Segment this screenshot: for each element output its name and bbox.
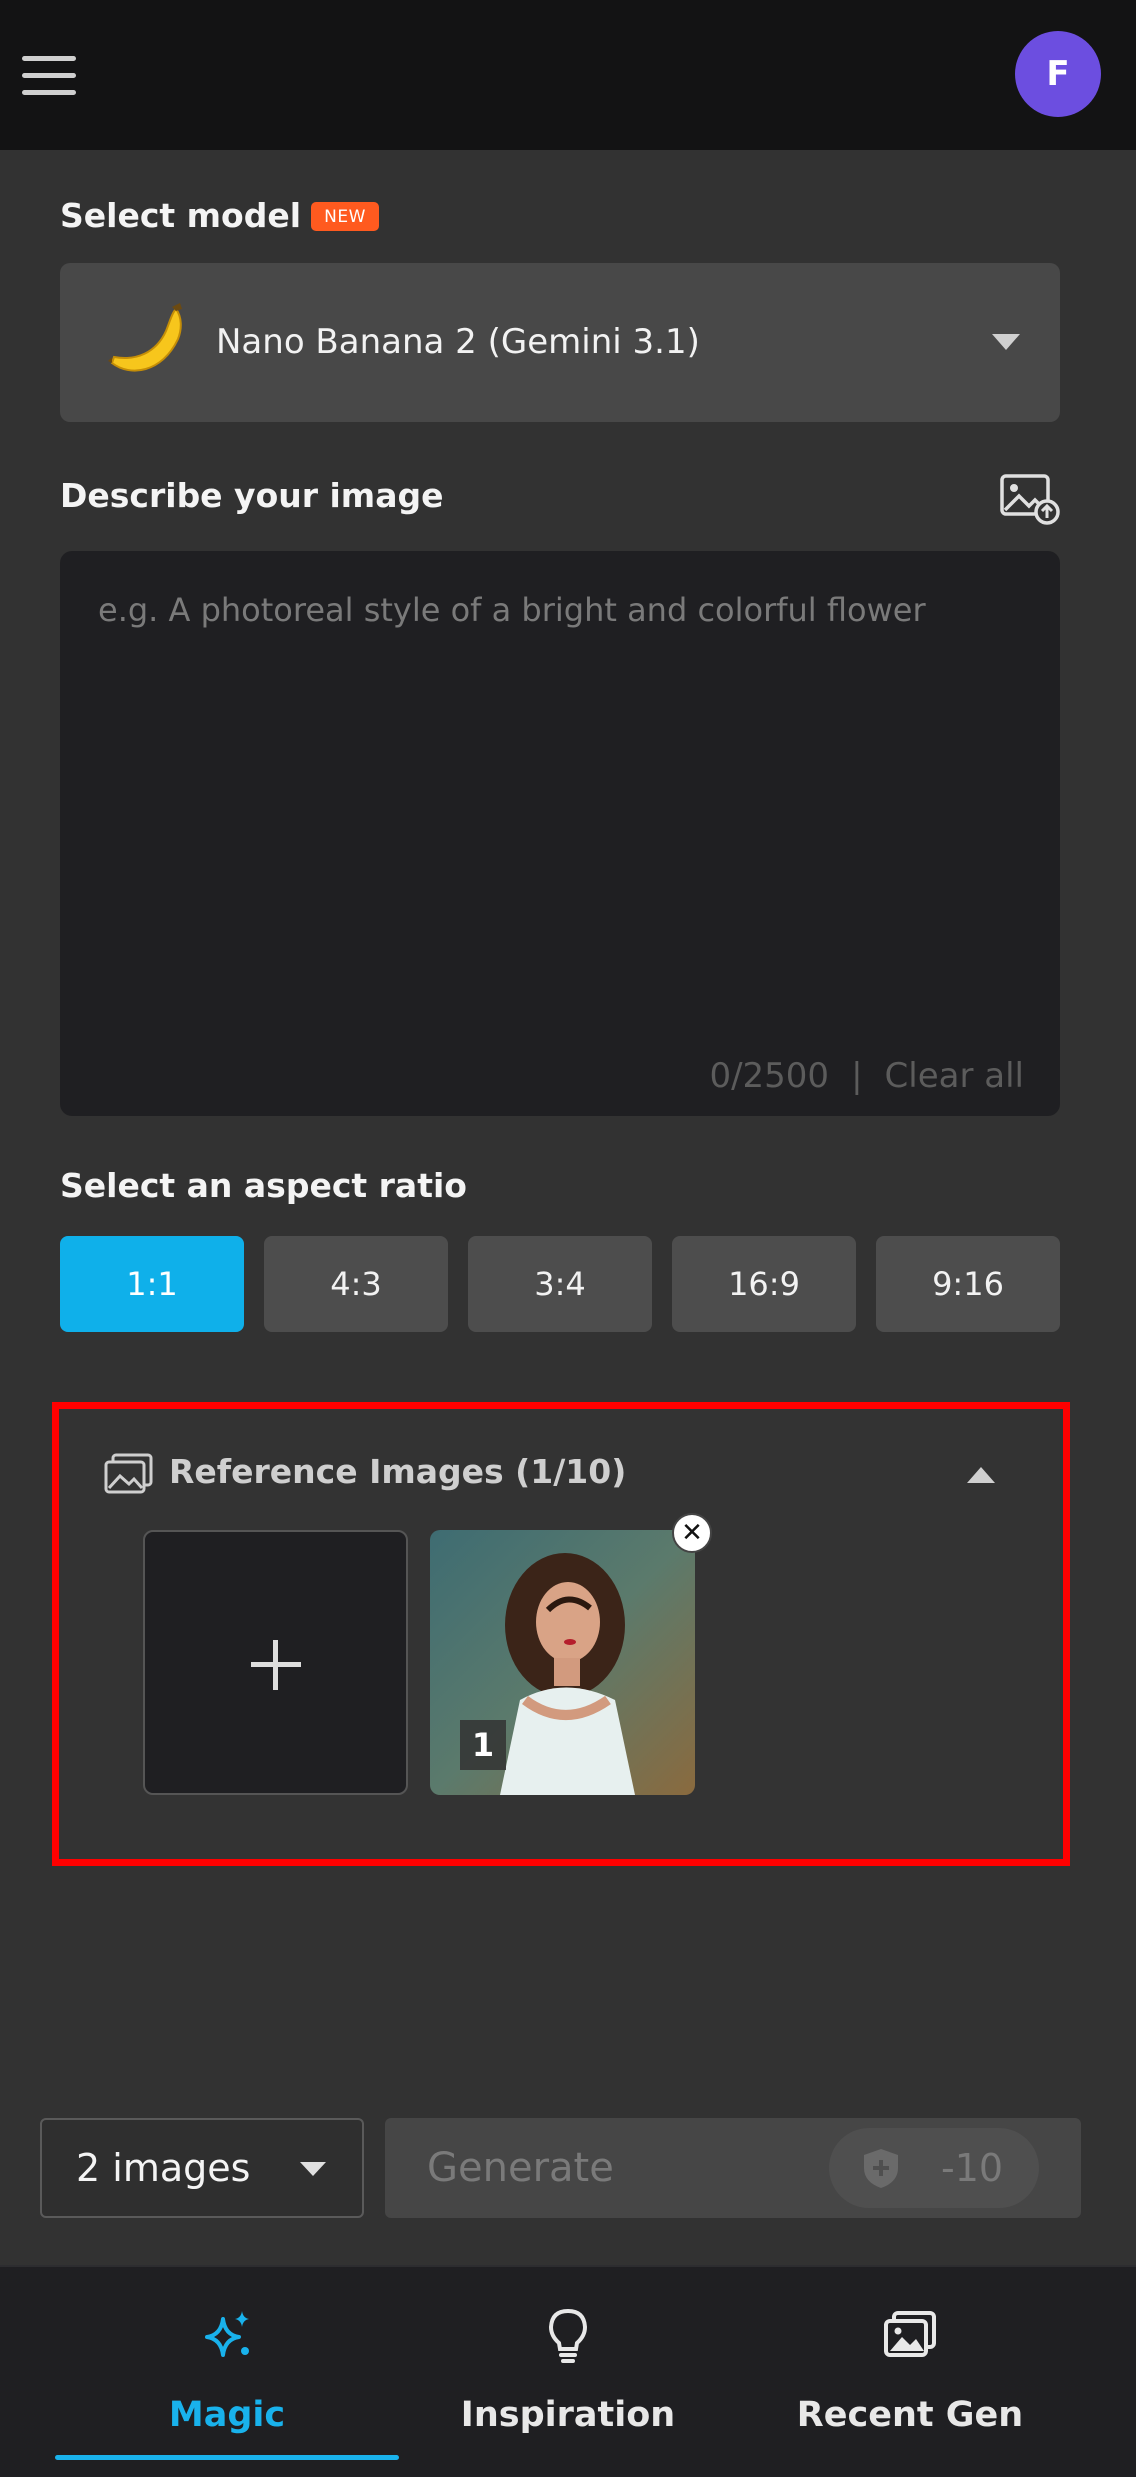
nav-recent-gen[interactable]: Recent Gen	[740, 2267, 1080, 2477]
avatar[interactable]: F	[1015, 31, 1101, 117]
new-badge: NEW	[311, 202, 379, 231]
lightbulb-icon	[548, 2308, 588, 2363]
sparkle-icon	[205, 2311, 249, 2357]
prompt-footer: 0/2500 | Clear all	[709, 1056, 1024, 1096]
model-dropdown[interactable]: Nano Banana 2 (Gemini 3.1)	[60, 263, 1060, 422]
nav-label-recent-gen: Recent Gen	[796, 2395, 1024, 2435]
char-counter: 0/2500	[709, 1056, 830, 1096]
image-count-value: 2 images	[76, 2146, 251, 2190]
chevron-down-icon	[300, 2162, 326, 2176]
top-bar: F	[0, 0, 1136, 150]
aspect-9-16-button[interactable]: 9:16	[876, 1236, 1060, 1332]
aspect-ratio-label: Select an aspect ratio	[60, 1166, 467, 1205]
aspect-ratio-group: 1:1 4:3 3:4 16:9 9:16	[60, 1236, 1060, 1332]
active-tab-indicator	[55, 2455, 399, 2460]
credit-shield-icon	[864, 2149, 898, 2188]
chevron-up-icon[interactable]	[967, 1467, 995, 1483]
gallery-icon	[884, 2311, 936, 2357]
thumbnail-number: 1	[460, 1720, 506, 1770]
menu-icon[interactable]	[22, 56, 76, 96]
nav-inspiration[interactable]: Inspiration	[398, 2267, 738, 2477]
generate-label: Generate	[427, 2145, 614, 2191]
cost-value: -10	[941, 2146, 1004, 2190]
nav-label-inspiration: Inspiration	[460, 2395, 676, 2435]
aspect-4-3-button[interactable]: 4:3	[264, 1236, 448, 1332]
nav-label-magic: Magic	[168, 2395, 286, 2435]
chevron-down-icon	[992, 334, 1020, 350]
nav-magic[interactable]: Magic	[57, 2267, 397, 2477]
banana-icon	[108, 303, 182, 372]
aspect-1-1-button[interactable]: 1:1	[60, 1236, 244, 1332]
reference-images-panel: Reference Images (1/10) 1 ✕	[52, 1402, 1070, 1866]
prompt-textarea[interactable]: e.g. A photoreal style of a bright and c…	[60, 551, 1060, 1116]
bottom-nav: Magic Inspiration Recent Gen	[0, 2265, 1136, 2477]
aspect-16-9-button[interactable]: 16:9	[672, 1236, 856, 1332]
credit-cost: -10	[829, 2128, 1039, 2208]
image-upload-icon[interactable]	[999, 472, 1061, 526]
clear-all-button[interactable]: Clear all	[885, 1056, 1024, 1096]
add-reference-button[interactable]	[143, 1530, 408, 1795]
prompt-placeholder: e.g. A photoreal style of a bright and c…	[98, 591, 926, 629]
reference-thumbnail[interactable]: 1	[430, 1530, 695, 1795]
aspect-3-4-button[interactable]: 3:4	[468, 1236, 652, 1332]
remove-thumbnail-button[interactable]: ✕	[672, 1513, 712, 1553]
generate-button[interactable]: Generate -10	[385, 2118, 1081, 2218]
select-model-label: Select model	[60, 196, 302, 235]
model-name: Nano Banana 2 (Gemini 3.1)	[216, 322, 700, 362]
separator: |	[851, 1056, 863, 1096]
images-icon	[104, 1453, 153, 1494]
describe-label: Describe your image	[60, 476, 444, 515]
image-count-dropdown[interactable]: 2 images	[40, 2118, 364, 2218]
reference-images-title: Reference Images (1/10)	[169, 1452, 627, 1491]
